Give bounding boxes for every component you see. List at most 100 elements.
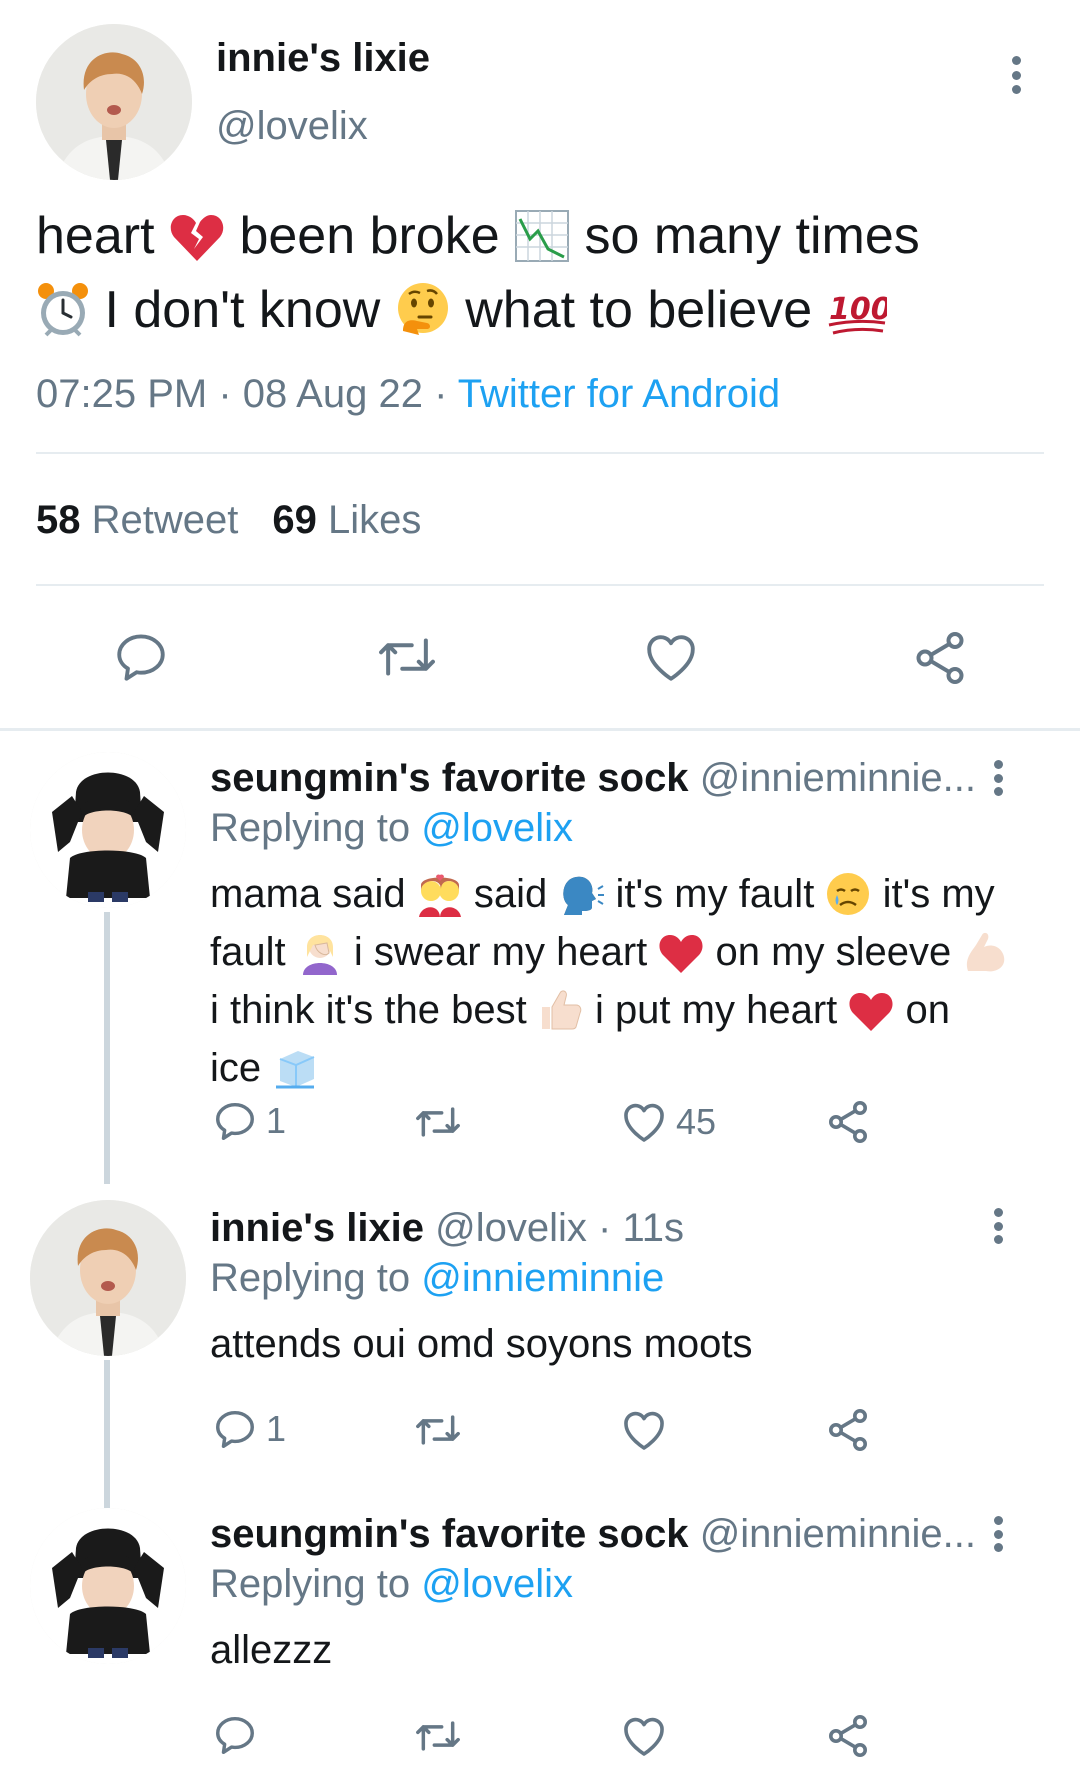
hundred-points-icon: 100 bbox=[827, 283, 891, 352]
reply-text-part: i put my heart bbox=[594, 988, 838, 1032]
more-options-icon[interactable] bbox=[1004, 56, 1028, 94]
ice-cube-icon bbox=[272, 1045, 318, 1102]
more-options-icon[interactable] bbox=[986, 1208, 1010, 1244]
tweet-text-part: so many times bbox=[584, 207, 920, 265]
like-button[interactable] bbox=[620, 1408, 668, 1452]
reply-button[interactable] bbox=[212, 1712, 258, 1758]
retweet-icon bbox=[416, 1107, 460, 1137]
retweet-icon bbox=[379, 638, 435, 676]
retweets-count: 58 bbox=[36, 498, 81, 542]
reply-count: 1 bbox=[266, 1100, 287, 1141]
reply-author-handle[interactable]: @lovelix · 11s bbox=[435, 1206, 684, 1250]
reply-author-handle[interactable]: @innieminnie... bbox=[700, 756, 976, 800]
speaking-head-icon bbox=[558, 871, 605, 928]
reply-icon bbox=[216, 1102, 254, 1140]
divider bbox=[36, 584, 1044, 586]
likes-label: Likes bbox=[328, 498, 422, 542]
flexed-biceps-icon bbox=[962, 929, 1008, 986]
replying-to: Replying to @lovelix bbox=[210, 806, 573, 851]
retweet-button[interactable] bbox=[374, 628, 440, 686]
tweet-date: 08 Aug 22 bbox=[242, 372, 423, 416]
more-options-icon[interactable] bbox=[986, 1516, 1010, 1552]
tweet-text-part: I don't know bbox=[104, 281, 381, 339]
author-handle[interactable]: @lovelix bbox=[216, 104, 368, 149]
reply-author-header: seungmin's favorite sock @innieminnie... bbox=[210, 756, 976, 801]
heart-icon bbox=[624, 1717, 664, 1756]
replying-to-link[interactable]: @lovelix bbox=[421, 806, 573, 850]
likes-count: 69 bbox=[272, 498, 317, 542]
main-tweet: innie's lixie @lovelix heart been broke … bbox=[0, 0, 1080, 732]
thread-line bbox=[104, 1360, 110, 1508]
share-button[interactable] bbox=[824, 1406, 872, 1454]
tweet-meta: 07:25 PM · 08 Aug 22 · Twitter for Andro… bbox=[36, 372, 780, 417]
like-button[interactable]: 45 bbox=[620, 1100, 716, 1144]
red-heart-icon bbox=[658, 933, 704, 986]
replying-to: Replying to @innieminnie bbox=[210, 1256, 664, 1301]
crying-face-icon bbox=[825, 871, 871, 928]
heart-icon bbox=[647, 635, 695, 681]
author-avatar[interactable] bbox=[36, 24, 192, 180]
like-button[interactable] bbox=[620, 1714, 668, 1758]
replying-prefix: Replying to bbox=[210, 1256, 411, 1300]
tweet-stats: 58 Retweet 69 Likes bbox=[36, 498, 421, 543]
couple-with-heart-icon bbox=[417, 871, 463, 928]
reply-text-part: i think it's the best bbox=[210, 988, 527, 1032]
reply-button[interactable]: 1 bbox=[212, 1098, 286, 1144]
reply-icon bbox=[117, 634, 165, 681]
reply-author-avatar[interactable] bbox=[30, 1508, 186, 1664]
tweet-time: 07:25 PM bbox=[36, 372, 208, 416]
tweet-text: heart been broke so many times I don't k… bbox=[36, 204, 1046, 352]
share-icon bbox=[829, 1409, 867, 1451]
reply-author-avatar[interactable] bbox=[30, 1200, 186, 1356]
retweet-icon bbox=[416, 1415, 460, 1445]
likes-stat[interactable]: 69 Likes bbox=[272, 498, 421, 542]
heart-icon bbox=[624, 1103, 664, 1142]
broken-heart-icon bbox=[169, 213, 225, 278]
replying-to-link[interactable]: @lovelix bbox=[421, 1562, 573, 1606]
reply-text: allezzz bbox=[210, 1628, 333, 1672]
tweet-text-part: heart bbox=[36, 207, 155, 265]
heart-icon bbox=[624, 1411, 664, 1450]
reply-author-header: seungmin's favorite sock @innieminnie... bbox=[210, 1512, 976, 1557]
reply-icon bbox=[216, 1410, 254, 1448]
reply-text-part: mama said bbox=[210, 872, 406, 916]
reply-author-avatar[interactable] bbox=[30, 752, 186, 908]
like-button[interactable] bbox=[642, 630, 700, 684]
reply-text-part: said bbox=[473, 872, 548, 916]
reply-icon bbox=[216, 1716, 254, 1754]
author-display-name[interactable]: innie's lixie bbox=[216, 36, 430, 81]
retweet-button[interactable] bbox=[412, 1408, 464, 1452]
reply-text-part: it's my fault bbox=[615, 872, 815, 916]
reply-text-part: i swear my heart bbox=[353, 930, 648, 974]
reply-button[interactable] bbox=[112, 628, 170, 686]
thread-line bbox=[104, 912, 110, 1184]
more-options-icon[interactable] bbox=[986, 760, 1010, 796]
thumbs-up-icon bbox=[538, 987, 584, 1044]
reply-author-handle[interactable]: @innieminnie... bbox=[700, 1512, 976, 1556]
tweet-source-link[interactable]: Twitter for Android bbox=[458, 372, 780, 416]
retweet-button[interactable] bbox=[412, 1714, 464, 1758]
section-divider bbox=[0, 728, 1080, 731]
reply-author-name[interactable]: seungmin's favorite sock bbox=[210, 1512, 689, 1556]
share-button[interactable] bbox=[910, 628, 970, 688]
alarm-clock-icon bbox=[36, 281, 90, 352]
reply-button[interactable]: 1 bbox=[212, 1406, 286, 1452]
reply-text: attends oui omd soyons moots bbox=[210, 1322, 753, 1366]
retweets-stat[interactable]: 58 Retweet bbox=[36, 498, 238, 542]
retweet-button[interactable] bbox=[412, 1100, 464, 1144]
replying-prefix: Replying to bbox=[210, 806, 411, 850]
meta-separator: · bbox=[207, 372, 243, 416]
share-icon bbox=[916, 632, 964, 684]
thinking-face-icon bbox=[395, 281, 451, 352]
reply-text-part: on my sleeve bbox=[715, 930, 952, 974]
like-count: 45 bbox=[676, 1101, 717, 1142]
share-button[interactable] bbox=[824, 1098, 872, 1146]
divider bbox=[36, 452, 1044, 454]
share-button[interactable] bbox=[824, 1712, 872, 1760]
replying-to: Replying to @lovelix bbox=[210, 1562, 573, 1607]
reply-author-name[interactable]: seungmin's favorite sock bbox=[210, 756, 689, 800]
meta-separator: · bbox=[422, 372, 458, 416]
reply-author-name[interactable]: innie's lixie bbox=[210, 1206, 424, 1250]
reply-text: mama said said it's my fault it's my fau… bbox=[210, 870, 1010, 1102]
replying-to-link[interactable]: @innieminnie bbox=[421, 1256, 664, 1300]
